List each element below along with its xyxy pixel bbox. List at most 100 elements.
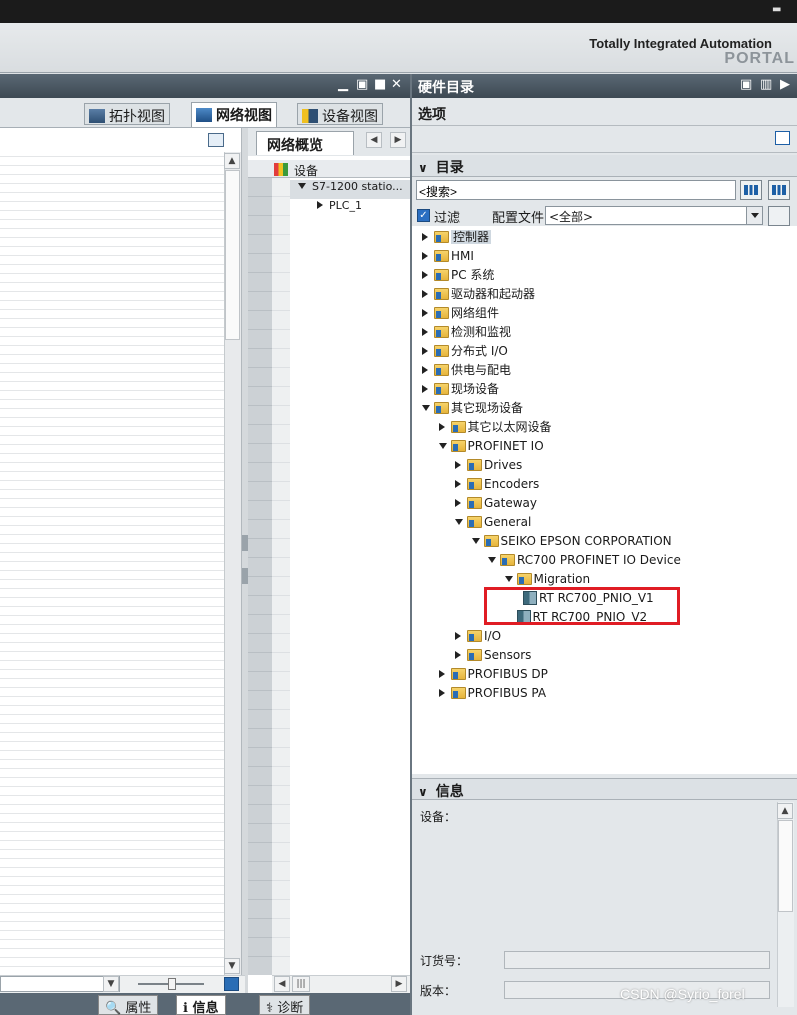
chevron-right-icon[interactable] [422,347,428,355]
chevron-right-icon[interactable] [455,632,461,640]
catalog-folder-item[interactable]: PROFIBUS DP [438,665,548,684]
tree-expander[interactable] [455,475,465,494]
catalog-folder-item[interactable]: 控制器 [422,228,492,247]
scroll-up-icon[interactable]: ▲ [777,803,793,819]
tree-expander[interactable] [438,437,449,456]
catalog-folder-item[interactable]: 供电与配电 [422,361,511,380]
table-row[interactable]: PLC_1 [290,199,410,218]
catalog-search-input[interactable] [416,180,736,200]
maximize-icon[interactable]: ■ [374,77,386,92]
chevron-right-icon[interactable]: ▶ [780,77,790,92]
chevron-right-icon[interactable] [422,309,428,317]
catalog-folder-item[interactable]: RC700 PROFINET IO Device [488,551,681,570]
float-icon[interactable]: ▣ [356,77,368,92]
table-row[interactable]: S7-1200 statio... [290,180,410,199]
chevron-right-icon[interactable] [317,201,323,209]
tab-network-overview[interactable]: 网络概览 [256,131,354,155]
tree-expander[interactable] [438,665,449,684]
chevron-down-icon[interactable] [438,443,447,449]
chevron-down-icon[interactable] [504,576,513,582]
chevron-down-icon[interactable] [471,538,480,544]
chevron-down-icon[interactable]: ∨ [418,161,428,175]
catalog-folder-item[interactable]: General [455,513,531,532]
chevron-right-icon[interactable] [422,252,428,260]
zoom-slider-handle[interactable] [168,978,176,990]
close-icon[interactable]: ✕ [391,77,402,92]
chevron-right-icon[interactable] [438,423,445,431]
chevron-right-icon[interactable] [455,499,461,507]
catalog-folder-item[interactable]: SEIKO EPSON CORPORATION [471,532,672,551]
chevron-down-icon[interactable] [746,207,762,224]
tab-properties[interactable]: 🔍 属性 [98,995,159,1015]
tree-expander[interactable] [422,399,432,418]
scroll-down-icon[interactable]: ▼ [224,958,240,974]
profile-edit-button[interactable] [768,206,790,226]
filter-checkbox[interactable]: ✓ [417,209,430,222]
catalog-folder-item[interactable]: 分布式 I/O [422,342,508,361]
tree-expander[interactable] [471,532,482,551]
tab-topology-view[interactable]: 拓扑视图 [84,103,170,125]
catalog-folder-item[interactable]: 现场设备 [422,380,499,399]
catalog-folder-item[interactable]: PROFINET IO [438,437,544,456]
chevron-down-icon[interactable] [298,183,306,189]
tree-expander[interactable] [422,304,432,323]
split-icon[interactable]: ▥ [760,77,772,92]
tree-expander[interactable] [455,494,465,513]
tree-expander[interactable] [422,285,432,304]
chevron-right-icon[interactable] [422,328,428,336]
scroll-thumb[interactable] [225,170,240,340]
catalog-folder-item[interactable]: Drives [455,456,522,475]
catalog-folder-item[interactable]: PROFIBUS PA [438,684,546,703]
catalog-folder-item[interactable]: 驱动器和起动器 [422,285,535,304]
chevron-down-icon[interactable]: ▼ [103,976,119,992]
catalog-folder-item[interactable]: HMI [422,247,474,266]
tree-expander[interactable] [438,684,449,703]
chevron-right-icon[interactable] [438,689,445,697]
catalog-folder-item[interactable]: I/O [455,627,501,646]
tree-expander[interactable] [455,646,465,665]
chevron-right-icon[interactable] [455,480,461,488]
minimize-icon[interactable]: ▁ [338,77,348,92]
scroll-thumb[interactable]: ||| [292,976,310,992]
search-up-button[interactable] [768,180,790,200]
network-canvas[interactable] [0,130,224,975]
chevron-right-icon[interactable] [422,233,428,241]
tree-expander[interactable] [422,342,432,361]
scroll-left-icon[interactable]: ◀ [274,976,290,992]
catalog-folder-item[interactable]: 检测和监视 [422,323,511,342]
show-overview-icon[interactable] [208,133,224,147]
chevron-down-icon[interactable]: ∨ [418,785,428,799]
tree-expander[interactable] [422,247,432,266]
catalog-folder-item[interactable]: Gateway [455,494,537,513]
chevron-right-icon[interactable] [455,461,461,469]
chevron-down-icon[interactable] [422,405,430,411]
catalog-folder-item[interactable]: Sensors [455,646,531,665]
options-window-icon[interactable] [775,131,790,145]
catalog-folder-item[interactable]: 网络组件 [422,304,499,323]
tab-diagnostics[interactable]: ⚕ 诊断 [259,995,311,1015]
tree-expander[interactable] [422,266,432,285]
chevron-right-icon[interactable] [455,651,461,659]
chevron-right-icon[interactable]: ▶ [390,132,406,148]
catalog-folder-item[interactable]: Encoders [455,475,539,494]
chevron-down-icon[interactable] [455,519,463,525]
tab-network-view[interactable]: 网络视图 [191,102,277,127]
info-section-header[interactable]: ∨ 信息 [412,778,797,800]
catalog-folder-item[interactable]: 其它现场设备 [422,399,523,418]
tab-device-view[interactable]: 设备视图 [297,103,383,125]
tree-expander[interactable] [455,513,465,532]
scroll-up-icon[interactable]: ▲ [224,153,240,169]
float-icon[interactable]: ▣ [740,77,752,92]
tree-expander[interactable] [422,361,432,380]
chevron-right-icon[interactable] [422,290,428,298]
catalog-folder-item[interactable]: PC 系统 [422,266,494,285]
tab-info[interactable]: ℹ 信息 [176,995,226,1015]
chevron-right-icon[interactable] [422,385,428,393]
editor-splitter[interactable] [241,128,248,993]
minimize-icon[interactable]: ▬ [772,4,781,15]
chevron-right-icon[interactable] [422,366,428,374]
chevron-right-icon[interactable] [438,670,445,678]
zoom-dropdown[interactable]: ▼ [0,976,120,992]
catalog-folder-item[interactable]: 其它以太网设备 [438,418,552,437]
chevron-down-icon[interactable] [488,557,496,563]
